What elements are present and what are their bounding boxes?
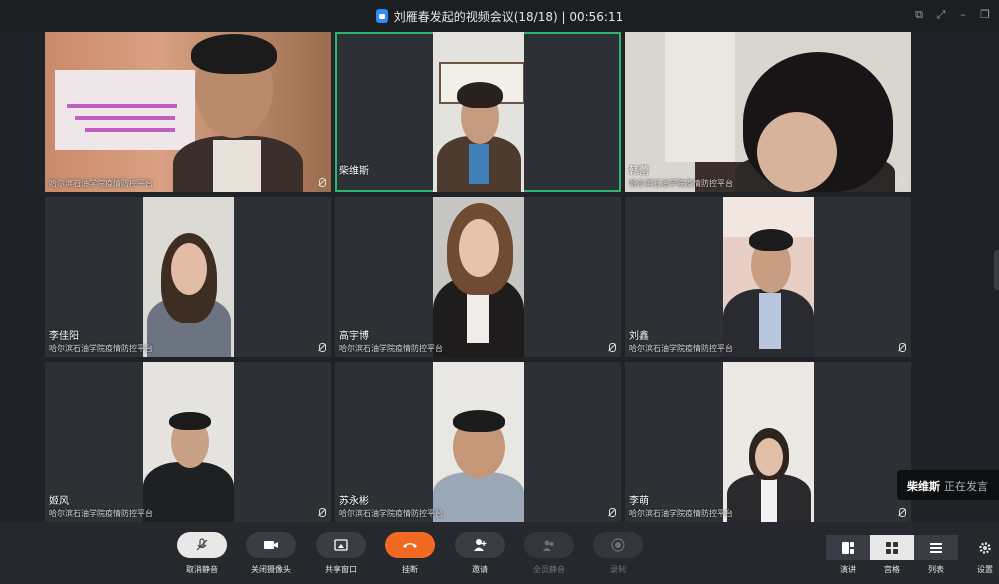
video-tile[interactable]: 刘鑫 哈尔滨石油学院疫情防控平台 bbox=[625, 197, 911, 357]
video-tile[interactable]: 韩蕾 哈尔滨石油学院疫情防控平台 bbox=[625, 32, 911, 192]
lock-icon bbox=[375, 9, 388, 23]
video-tile[interactable]: 高宇博 哈尔滨石油学院疫情防控平台 bbox=[335, 197, 621, 357]
minimize-icon[interactable]: – bbox=[957, 8, 969, 22]
gallery-view-label: 宫格 bbox=[884, 565, 900, 574]
video-grid: 哈尔滨石油学院疫情防控平台 柴维斯 韩蕾 哈尔滨石油学院疫情防控平台 李佳阳 哈… bbox=[45, 32, 912, 522]
participant-name: 柴维斯 bbox=[339, 166, 369, 177]
grid-icon bbox=[886, 541, 898, 554]
gallery-view-button[interactable]: 宫格 bbox=[870, 535, 914, 575]
unmute-label: 取消静音 bbox=[186, 565, 218, 574]
camera-icon bbox=[264, 541, 278, 549]
video-tile[interactable]: 苏永彬 哈尔滨石油学院疫情防控平台 bbox=[335, 362, 621, 522]
mute-all-icon bbox=[543, 540, 554, 551]
gear-icon bbox=[979, 541, 991, 554]
side-panel-handle[interactable] bbox=[994, 250, 999, 290]
speaking-status: 正在发言 bbox=[944, 480, 988, 493]
hangup-button[interactable]: 挂断 bbox=[383, 532, 437, 575]
settings-label: 设置 bbox=[977, 565, 993, 574]
record-icon bbox=[611, 538, 625, 552]
view-mode-group: 演讲 宫格 列表 bbox=[826, 535, 958, 575]
mic-muted-icon bbox=[318, 343, 326, 353]
participant-name: 李萌 bbox=[629, 496, 649, 507]
record-button: 录制 bbox=[591, 532, 645, 575]
participant-org: 哈尔滨石油学院疫情防控平台 bbox=[629, 344, 733, 353]
mic-off-icon bbox=[196, 538, 208, 551]
participant-video bbox=[433, 32, 524, 192]
video-tile[interactable]: 李佳阳 哈尔滨石油学院疫情防控平台 bbox=[45, 197, 331, 357]
unmute-button[interactable]: 取消静音 bbox=[175, 532, 229, 575]
video-tile[interactable]: 姬风 哈尔滨石油学院疫情防控平台 bbox=[45, 362, 331, 522]
participant-org: 哈尔滨石油学院疫情防控平台 bbox=[629, 509, 733, 518]
participant-org: 哈尔滨石油学院疫情防控平台 bbox=[339, 344, 443, 353]
mic-muted-icon bbox=[898, 178, 906, 188]
video-tile[interactable]: 哈尔滨石油学院疫情防控平台 bbox=[45, 32, 331, 192]
record-label: 录制 bbox=[610, 565, 626, 574]
list-view-button[interactable]: 列表 bbox=[914, 535, 958, 575]
meeting-toolbar: 取消静音 关闭摄像头 共享窗口 挂断 邀请 全员静音 录制 演讲 宫格 列表 设… bbox=[0, 522, 999, 584]
participant-video bbox=[143, 197, 234, 357]
restore-icon[interactable]: ❐ bbox=[979, 8, 991, 22]
mute-all-label: 全员静音 bbox=[533, 565, 565, 574]
list-icon bbox=[930, 542, 942, 553]
speaking-name: 柴维斯 bbox=[907, 480, 940, 493]
title-bar: 刘雁春发起的视频会议(18/18) | 00:56:11 ⧉ ⤢ – ❐ bbox=[0, 0, 999, 32]
share-window-button[interactable]: 共享窗口 bbox=[314, 532, 368, 575]
speaking-indicator: 柴维斯 正在发言 bbox=[897, 470, 999, 500]
mic-muted-icon bbox=[318, 178, 326, 188]
mic-muted-icon bbox=[608, 343, 616, 353]
camera-off-label: 关闭摄像头 bbox=[251, 565, 291, 574]
video-tile[interactable]: 李萌 哈尔滨石油学院疫情防控平台 bbox=[625, 362, 911, 522]
participant-name: 苏永彬 bbox=[339, 496, 369, 507]
participant-name: 高宇博 bbox=[339, 331, 369, 342]
speaker-view-label: 演讲 bbox=[840, 565, 856, 574]
participant-video bbox=[433, 197, 524, 357]
mic-muted-icon bbox=[608, 508, 616, 518]
participant-name: 姬风 bbox=[49, 496, 69, 507]
settings-button[interactable]: 设置 bbox=[972, 535, 998, 575]
list-view-label: 列表 bbox=[928, 565, 944, 574]
participant-org: 哈尔滨石油学院疫情防控平台 bbox=[49, 509, 153, 518]
participant-name: 李佳阳 bbox=[49, 331, 79, 342]
participant-video bbox=[433, 362, 524, 522]
participant-video bbox=[625, 32, 911, 192]
mute-all-button: 全员静音 bbox=[522, 532, 576, 575]
mic-muted-icon bbox=[898, 508, 906, 518]
meeting-title-wrap: 刘雁春发起的视频会议(18/18) | 00:56:11 bbox=[0, 8, 999, 25]
participant-name: 韩蕾 bbox=[629, 166, 649, 177]
video-tile-active[interactable]: 柴维斯 bbox=[335, 32, 621, 192]
window-controls: ⧉ ⤢ – ❐ bbox=[913, 8, 991, 22]
participant-name: 刘鑫 bbox=[629, 331, 649, 342]
speaker-view-icon bbox=[842, 541, 854, 554]
participant-video bbox=[723, 362, 814, 522]
share-window-label: 共享窗口 bbox=[325, 565, 357, 574]
fullscreen-icon[interactable]: ⤢ bbox=[935, 8, 947, 22]
participant-org: 哈尔滨石油学院疫情防控平台 bbox=[339, 509, 443, 518]
participant-org: 哈尔滨石油学院疫情防控平台 bbox=[629, 179, 733, 188]
hangup-label: 挂断 bbox=[402, 565, 418, 574]
participant-video bbox=[45, 32, 331, 192]
popout-icon[interactable]: ⧉ bbox=[913, 8, 925, 22]
hangup-icon bbox=[403, 543, 417, 548]
meeting-title: 刘雁春发起的视频会议(18/18) | 00:56:11 bbox=[393, 10, 624, 24]
invite-label: 邀请 bbox=[472, 565, 488, 574]
share-screen-icon bbox=[334, 539, 348, 551]
mic-muted-icon bbox=[898, 343, 906, 353]
participant-video bbox=[143, 362, 234, 522]
participant-org: 哈尔滨石油学院疫情防控平台 bbox=[49, 179, 153, 188]
participant-org: 哈尔滨石油学院疫情防控平台 bbox=[49, 344, 153, 353]
mic-muted-icon bbox=[318, 508, 326, 518]
participant-video bbox=[723, 197, 814, 357]
camera-off-button[interactable]: 关闭摄像头 bbox=[244, 532, 298, 575]
add-user-icon bbox=[474, 539, 487, 551]
speaker-view-button[interactable]: 演讲 bbox=[826, 535, 870, 575]
invite-button[interactable]: 邀请 bbox=[453, 532, 507, 575]
